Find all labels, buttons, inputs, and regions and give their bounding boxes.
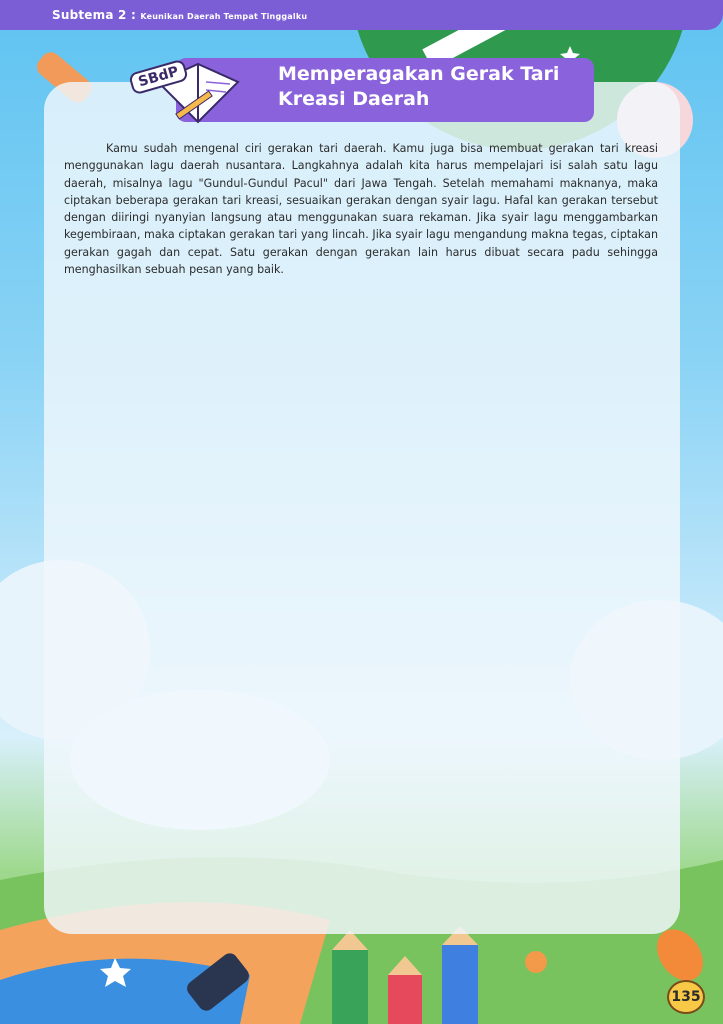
subtheme-heading: Subtema 2 : Keunikan Daerah Tempat Tingg… [52, 8, 307, 22]
section-title-line2: Kreasi Daerah [278, 88, 430, 110]
orange-dot-shape [525, 951, 547, 973]
subtheme-label: Subtema 2 : [52, 8, 136, 22]
blue-pencil-shape [442, 945, 478, 1024]
green-pencil-shape [332, 950, 368, 1024]
subtheme-title: Keunikan Daerah Tempat Tinggalku [140, 12, 308, 21]
section-title: Memperagakan Gerak Tari Kreasi Daerah [278, 62, 588, 112]
body-paragraph: Kamu sudah mengenal ciri gerakan tari da… [64, 142, 658, 277]
book-pencil-icon [156, 62, 240, 124]
page-number: 135 [671, 989, 701, 1005]
section-title-line1: Memperagakan Gerak Tari [278, 63, 560, 85]
red-pencil-shape [388, 975, 422, 1024]
page-number-badge: 135 [667, 980, 705, 1014]
